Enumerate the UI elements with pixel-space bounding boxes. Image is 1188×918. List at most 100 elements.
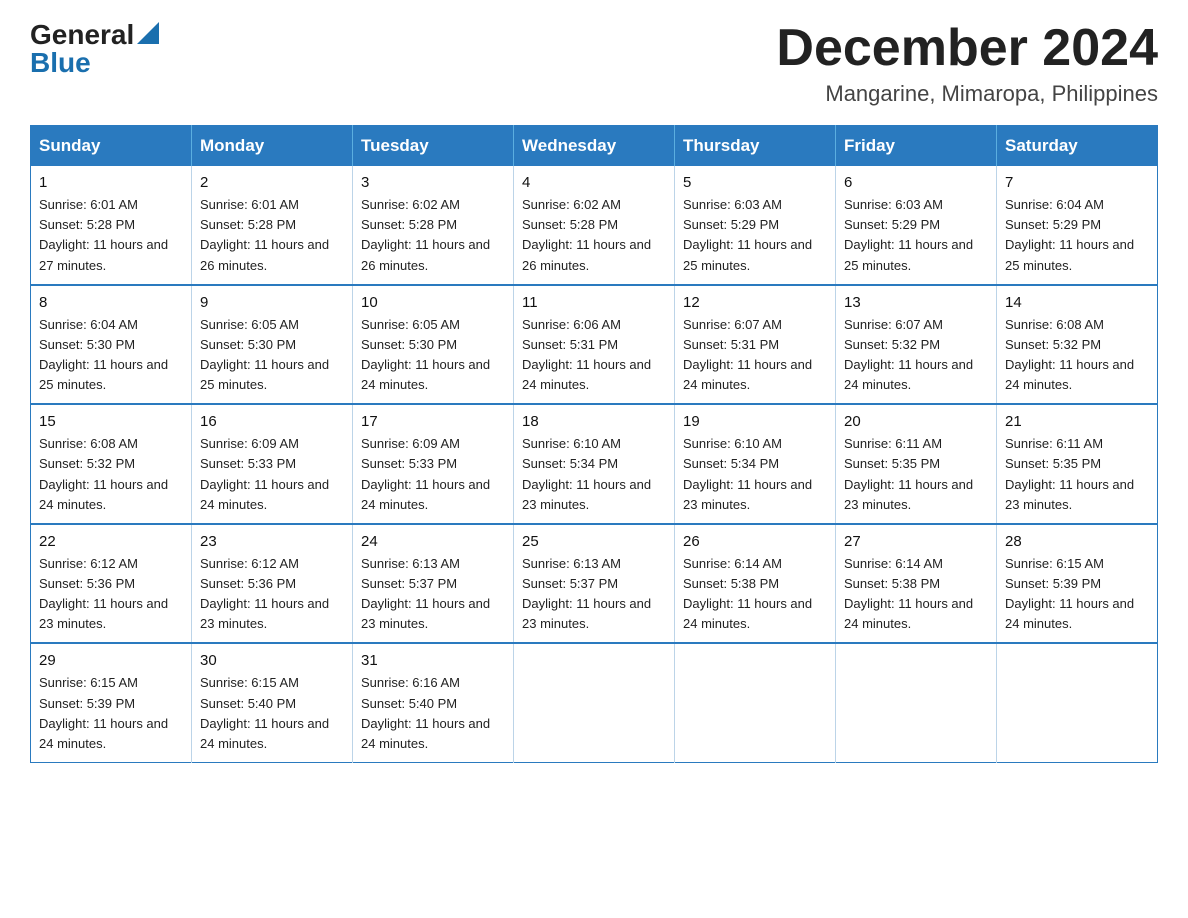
weekday-header-sunday: Sunday <box>31 126 192 167</box>
day-number: 30 <box>200 652 344 669</box>
day-info: Sunrise: 6:07 AMSunset: 5:31 PMDaylight:… <box>683 315 827 396</box>
day-number: 28 <box>1005 533 1149 550</box>
month-title: December 2024 <box>776 20 1158 77</box>
calendar-day-cell: 14 Sunrise: 6:08 AMSunset: 5:32 PMDayligh… <box>997 285 1158 405</box>
day-number: 4 <box>522 174 666 191</box>
empty-day-cell <box>514 643 675 762</box>
day-info: Sunrise: 6:11 AMSunset: 5:35 PMDaylight:… <box>1005 434 1149 515</box>
day-info: Sunrise: 6:15 AMSunset: 5:39 PMDaylight:… <box>39 673 183 754</box>
day-info: Sunrise: 6:14 AMSunset: 5:38 PMDaylight:… <box>683 554 827 635</box>
calendar-day-cell: 21 Sunrise: 6:11 AMSunset: 5:35 PMDayligh… <box>997 404 1158 524</box>
empty-day-cell <box>997 643 1158 762</box>
calendar-day-cell: 15 Sunrise: 6:08 AMSunset: 5:32 PMDayligh… <box>31 404 192 524</box>
day-info: Sunrise: 6:09 AMSunset: 5:33 PMDaylight:… <box>200 434 344 515</box>
weekday-header-wednesday: Wednesday <box>514 126 675 167</box>
calendar-day-cell: 10 Sunrise: 6:05 AMSunset: 5:30 PMDayligh… <box>353 285 514 405</box>
location-subtitle: Mangarine, Mimaropa, Philippines <box>776 81 1158 107</box>
calendar-day-cell: 26 Sunrise: 6:14 AMSunset: 5:38 PMDayligh… <box>675 524 836 644</box>
day-number: 21 <box>1005 413 1149 430</box>
day-info: Sunrise: 6:08 AMSunset: 5:32 PMDaylight:… <box>1005 315 1149 396</box>
day-info: Sunrise: 6:02 AMSunset: 5:28 PMDaylight:… <box>361 195 505 276</box>
day-info: Sunrise: 6:14 AMSunset: 5:38 PMDaylight:… <box>844 554 988 635</box>
day-info: Sunrise: 6:11 AMSunset: 5:35 PMDaylight:… <box>844 434 988 515</box>
calendar-day-cell: 29 Sunrise: 6:15 AMSunset: 5:39 PMDayligh… <box>31 643 192 762</box>
weekday-header-monday: Monday <box>192 126 353 167</box>
logo-blue-text: Blue <box>30 49 91 77</box>
day-info: Sunrise: 6:01 AMSunset: 5:28 PMDaylight:… <box>200 195 344 276</box>
calendar-week-row: 8 Sunrise: 6:04 AMSunset: 5:30 PMDaylight… <box>31 285 1158 405</box>
day-info: Sunrise: 6:06 AMSunset: 5:31 PMDaylight:… <box>522 315 666 396</box>
day-info: Sunrise: 6:10 AMSunset: 5:34 PMDaylight:… <box>522 434 666 515</box>
weekday-header-row: SundayMondayTuesdayWednesdayThursdayFrid… <box>31 126 1158 167</box>
day-number: 8 <box>39 294 183 311</box>
day-number: 3 <box>361 174 505 191</box>
day-number: 29 <box>39 652 183 669</box>
day-number: 26 <box>683 533 827 550</box>
day-info: Sunrise: 6:15 AMSunset: 5:39 PMDaylight:… <box>1005 554 1149 635</box>
day-number: 13 <box>844 294 988 311</box>
day-number: 15 <box>39 413 183 430</box>
calendar-table: SundayMondayTuesdayWednesdayThursdayFrid… <box>30 125 1158 763</box>
day-info: Sunrise: 6:04 AMSunset: 5:29 PMDaylight:… <box>1005 195 1149 276</box>
day-number: 22 <box>39 533 183 550</box>
day-info: Sunrise: 6:04 AMSunset: 5:30 PMDaylight:… <box>39 315 183 396</box>
calendar-day-cell: 8 Sunrise: 6:04 AMSunset: 5:30 PMDaylight… <box>31 285 192 405</box>
calendar-day-cell: 18Sunrise: 6:10 AMSunset: 5:34 PMDayligh… <box>514 404 675 524</box>
day-number: 20 <box>844 413 988 430</box>
calendar-day-cell: 4 Sunrise: 6:02 AMSunset: 5:28 PMDaylight… <box>514 166 675 285</box>
calendar-day-cell: 30 Sunrise: 6:15 AMSunset: 5:40 PMDayligh… <box>192 643 353 762</box>
weekday-header-friday: Friday <box>836 126 997 167</box>
day-number: 24 <box>361 533 505 550</box>
calendar-day-cell: 31 Sunrise: 6:16 AMSunset: 5:40 PMDayligh… <box>353 643 514 762</box>
day-number: 25 <box>522 533 666 550</box>
day-number: 9 <box>200 294 344 311</box>
day-info: Sunrise: 6:12 AMSunset: 5:36 PMDaylight:… <box>200 554 344 635</box>
weekday-header-thursday: Thursday <box>675 126 836 167</box>
calendar-week-row: 29 Sunrise: 6:15 AMSunset: 5:39 PMDayligh… <box>31 643 1158 762</box>
day-info: Sunrise: 6:08 AMSunset: 5:32 PMDaylight:… <box>39 434 183 515</box>
day-number: 31 <box>361 652 505 669</box>
day-info: Sunrise: 6:09 AMSunset: 5:33 PMDaylight:… <box>361 434 505 515</box>
page-header: General Blue December 2024 Mangarine, Mi… <box>30 20 1158 107</box>
day-number: 5 <box>683 174 827 191</box>
day-info: Sunrise: 6:13 AMSunset: 5:37 PMDaylight:… <box>522 554 666 635</box>
day-info: Sunrise: 6:10 AMSunset: 5:34 PMDaylight:… <box>683 434 827 515</box>
calendar-day-cell: 25 Sunrise: 6:13 AMSunset: 5:37 PMDayligh… <box>514 524 675 644</box>
day-info: Sunrise: 6:16 AMSunset: 5:40 PMDaylight:… <box>361 673 505 754</box>
calendar-day-cell: 28 Sunrise: 6:15 AMSunset: 5:39 PMDayligh… <box>997 524 1158 644</box>
day-info: Sunrise: 6:01 AMSunset: 5:28 PMDaylight:… <box>39 195 183 276</box>
logo-general-text: General <box>30 21 134 49</box>
day-number: 17 <box>361 413 505 430</box>
day-number: 10 <box>361 294 505 311</box>
day-info: Sunrise: 6:02 AMSunset: 5:28 PMDaylight:… <box>522 195 666 276</box>
calendar-day-cell: 7Sunrise: 6:04 AMSunset: 5:29 PMDaylight… <box>997 166 1158 285</box>
day-info: Sunrise: 6:12 AMSunset: 5:36 PMDaylight:… <box>39 554 183 635</box>
calendar-day-cell: 9Sunrise: 6:05 AMSunset: 5:30 PMDaylight… <box>192 285 353 405</box>
calendar-day-cell: 23Sunrise: 6:12 AMSunset: 5:36 PMDayligh… <box>192 524 353 644</box>
calendar-week-row: 1 Sunrise: 6:01 AMSunset: 5:28 PMDaylight… <box>31 166 1158 285</box>
weekday-header-saturday: Saturday <box>997 126 1158 167</box>
calendar-day-cell: 12 Sunrise: 6:07 AMSunset: 5:31 PMDayligh… <box>675 285 836 405</box>
day-info: Sunrise: 6:05 AMSunset: 5:30 PMDaylight:… <box>361 315 505 396</box>
calendar-day-cell: 22 Sunrise: 6:12 AMSunset: 5:36 PMDayligh… <box>31 524 192 644</box>
day-number: 1 <box>39 174 183 191</box>
calendar-day-cell: 27 Sunrise: 6:14 AMSunset: 5:38 PMDayligh… <box>836 524 997 644</box>
day-number: 14 <box>1005 294 1149 311</box>
calendar-day-cell: 20 Sunrise: 6:11 AMSunset: 5:35 PMDayligh… <box>836 404 997 524</box>
empty-day-cell <box>836 643 997 762</box>
calendar-day-cell: 6Sunrise: 6:03 AMSunset: 5:29 PMDaylight… <box>836 166 997 285</box>
calendar-day-cell: 3 Sunrise: 6:02 AMSunset: 5:28 PMDaylight… <box>353 166 514 285</box>
empty-day-cell <box>675 643 836 762</box>
calendar-week-row: 22 Sunrise: 6:12 AMSunset: 5:36 PMDayligh… <box>31 524 1158 644</box>
day-number: 27 <box>844 533 988 550</box>
logo-triangle-icon <box>137 22 159 44</box>
day-number: 12 <box>683 294 827 311</box>
day-number: 19 <box>683 413 827 430</box>
calendar-day-cell: 1 Sunrise: 6:01 AMSunset: 5:28 PMDaylight… <box>31 166 192 285</box>
calendar-week-row: 15 Sunrise: 6:08 AMSunset: 5:32 PMDayligh… <box>31 404 1158 524</box>
day-info: Sunrise: 6:15 AMSunset: 5:40 PMDaylight:… <box>200 673 344 754</box>
day-info: Sunrise: 6:07 AMSunset: 5:32 PMDaylight:… <box>844 315 988 396</box>
day-info: Sunrise: 6:03 AMSunset: 5:29 PMDaylight:… <box>844 195 988 276</box>
calendar-day-cell: 5Sunrise: 6:03 AMSunset: 5:29 PMDaylight… <box>675 166 836 285</box>
day-info: Sunrise: 6:13 AMSunset: 5:37 PMDaylight:… <box>361 554 505 635</box>
